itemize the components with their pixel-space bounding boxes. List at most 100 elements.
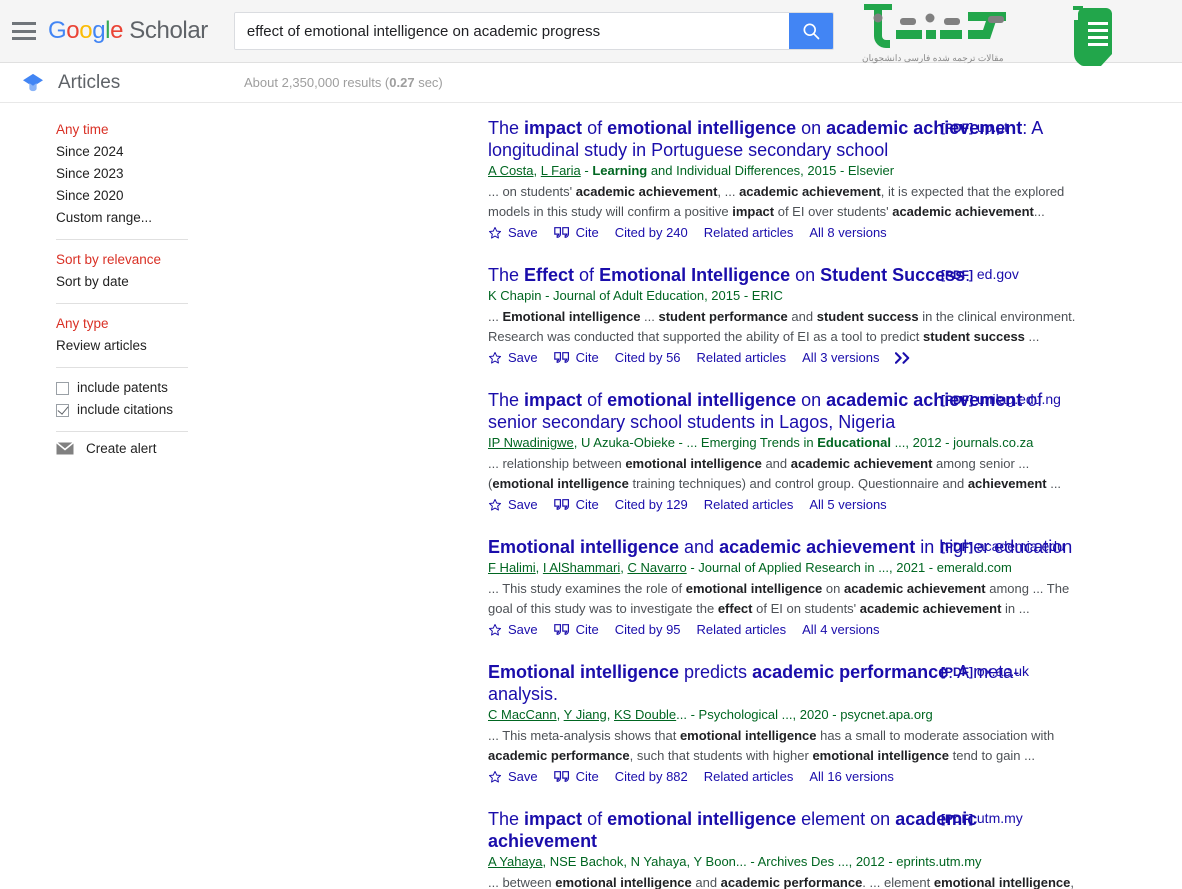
cited-by-link[interactable]: Cited by 240 <box>615 225 688 240</box>
checkbox-box-unchecked[interactable] <box>56 381 69 395</box>
double-chevron-icon <box>895 351 910 364</box>
logo-letter-o1: o <box>66 17 80 44</box>
snippet-text: of EI on students' <box>752 600 860 616</box>
more-options-button[interactable] <box>895 351 912 364</box>
search-result-item: [PDF] unilag.edu.ng The impact of emotio… <box>244 389 1182 512</box>
cited-by-link[interactable]: Cited by 95 <box>615 622 681 637</box>
sidebar-item-sort-by-date[interactable]: Sort by date <box>56 271 244 293</box>
author-link[interactable]: C MacCann <box>488 707 557 722</box>
sidebar-item-sort-by-relevance[interactable]: Sort by relevance <box>56 249 244 271</box>
pdf-source-link[interactable]: [PDF] unilag.edu.ng <box>941 391 1061 407</box>
pdf-source-link[interactable]: [PDF] ed.gov <box>941 266 1019 282</box>
all-versions-link[interactable]: All 16 versions <box>809 769 894 784</box>
star-outline-icon <box>488 623 502 636</box>
title-text: on <box>790 265 821 285</box>
sidebar-item-review-articles[interactable]: Review articles <box>56 335 244 357</box>
search-button[interactable] <box>788 13 833 49</box>
all-versions-link[interactable]: All 5 versions <box>809 497 886 512</box>
sidebar-divider <box>56 431 188 432</box>
sidebar-item-since-2023[interactable]: Since 2023 <box>56 163 244 185</box>
cited-by-link[interactable]: Cited by 882 <box>615 769 688 784</box>
snippet-highlight: academic achievement <box>790 456 933 471</box>
author-separator: , <box>533 163 541 178</box>
snippet-text: ... <box>1033 203 1045 219</box>
cite-button[interactable]: Cite <box>553 497 599 512</box>
hamburger-line <box>12 37 36 40</box>
author-link[interactable]: Y Jiang <box>564 707 607 722</box>
result-authors-source: K Chapin - Journal of Adult Education, 2… <box>488 287 1098 305</box>
save-label: Save <box>508 769 538 784</box>
cite-button[interactable]: Cite <box>553 350 599 365</box>
pdf-tag: [PDF] <box>941 121 973 135</box>
results-count-prefix: About 2,350,000 results ( <box>244 75 390 90</box>
tab-articles[interactable]: Articles <box>0 72 222 94</box>
related-articles-link[interactable]: Related articles <box>697 622 787 637</box>
save-button[interactable]: Save <box>488 225 538 240</box>
pdf-host: up.pt <box>976 119 1009 135</box>
snippet-text: ... <box>640 309 659 324</box>
create-alert-button[interactable]: Create alert <box>56 441 244 456</box>
result-actions: Save Cite Cited by 129 Related articles … <box>488 497 1162 512</box>
checkbox-box-checked[interactable] <box>56 403 69 417</box>
all-versions-link[interactable]: All 3 versions <box>802 350 879 365</box>
author-link[interactable]: C Navarro <box>627 560 686 575</box>
pdf-source-link[interactable]: [PDF] academia.edu <box>941 538 1065 554</box>
title-text: on <box>796 390 827 410</box>
search-result-item: [PDF] utm.my The impact of emotional int… <box>244 808 1182 889</box>
cited-by-link[interactable]: Cited by 129 <box>615 497 688 512</box>
source-highlight: Educational <box>817 435 891 450</box>
checkbox-include-patents[interactable]: include patents <box>56 377 244 399</box>
save-button[interactable]: Save <box>488 497 538 512</box>
search-input[interactable] <box>234 13 789 49</box>
all-versions-link[interactable]: All 8 versions <box>809 225 886 240</box>
star-outline-icon <box>488 498 502 511</box>
save-button[interactable]: Save <box>488 769 538 784</box>
author-link[interactable]: A Costa <box>488 163 534 178</box>
google-scholar-logo[interactable]: Google Scholar <box>48 17 208 45</box>
author-link[interactable]: F Halimi <box>488 560 536 575</box>
sidebar-item-since-2024[interactable]: Since 2024 <box>56 141 244 163</box>
sidebar-item-since-2020[interactable]: Since 2020 <box>56 185 244 207</box>
title-text: The <box>488 118 525 138</box>
related-articles-link[interactable]: Related articles <box>704 497 794 512</box>
filters-sidebar: Any time Since 2024 Since 2023 Since 202… <box>0 103 244 889</box>
snippet-highlight: achievement <box>967 475 1047 491</box>
snippet-text: and <box>691 875 721 889</box>
author-link[interactable]: I AlShammari <box>543 560 620 575</box>
save-button[interactable]: Save <box>488 622 538 637</box>
save-button[interactable]: Save <box>488 350 538 365</box>
sidebar-item-custom-range[interactable]: Custom range... <box>56 207 244 229</box>
source-text: ... - Psychological ..., 2020 - psycnet.… <box>676 707 933 722</box>
author-link[interactable]: L Faria <box>541 163 581 178</box>
cited-by-link[interactable]: Cited by 56 <box>615 350 681 365</box>
related-articles-link[interactable]: Related articles <box>697 350 787 365</box>
snippet-text: and <box>761 456 791 471</box>
title-highlight: Emotional intelligence <box>488 662 680 682</box>
pdf-source-link[interactable]: [PDF] ox.ac.uk <box>941 663 1029 679</box>
site-brand-logo[interactable]: مقالات ترجمه شده فارسی دانشجویان <box>856 4 1120 73</box>
cite-label: Cite <box>575 350 599 365</box>
checkbox-include-citations[interactable]: include citations <box>56 399 244 421</box>
snippet-highlight: emotional intelligence <box>679 728 817 743</box>
hamburger-menu-icon[interactable] <box>12 22 36 40</box>
results-count: About 2,350,000 results (0.27 sec) <box>222 75 443 90</box>
cite-button[interactable]: Cite <box>553 225 599 240</box>
brand-subtitle: مقالات ترجمه شده فارسی دانشجویان <box>862 53 1004 63</box>
pdf-source-link[interactable]: [PDF] up.pt <box>941 119 1008 135</box>
author-link[interactable]: KS Double <box>614 707 676 722</box>
author-link[interactable]: A Yahaya <box>488 854 542 869</box>
all-versions-link[interactable]: All 4 versions <box>802 622 879 637</box>
sidebar-item-any-type[interactable]: Any type <box>56 313 244 335</box>
author-link[interactable]: IP Nwadinigwe <box>488 435 574 450</box>
cite-button[interactable]: Cite <box>553 622 599 637</box>
title-text: predicts <box>679 662 753 682</box>
pdf-source-link[interactable]: [PDF] utm.my <box>941 810 1023 826</box>
snippet-highlight: academic achievement <box>859 600 1002 616</box>
cite-button[interactable]: Cite <box>553 769 599 784</box>
title-highlight: impact <box>524 118 583 138</box>
related-articles-link[interactable]: Related articles <box>704 225 794 240</box>
search-result-item: [PDF] ox.ac.uk Emotional intelligence pr… <box>244 661 1182 784</box>
sidebar-item-any-time[interactable]: Any time <box>56 119 244 141</box>
pdf-tag: [PDF] <box>941 812 973 826</box>
related-articles-link[interactable]: Related articles <box>704 769 794 784</box>
